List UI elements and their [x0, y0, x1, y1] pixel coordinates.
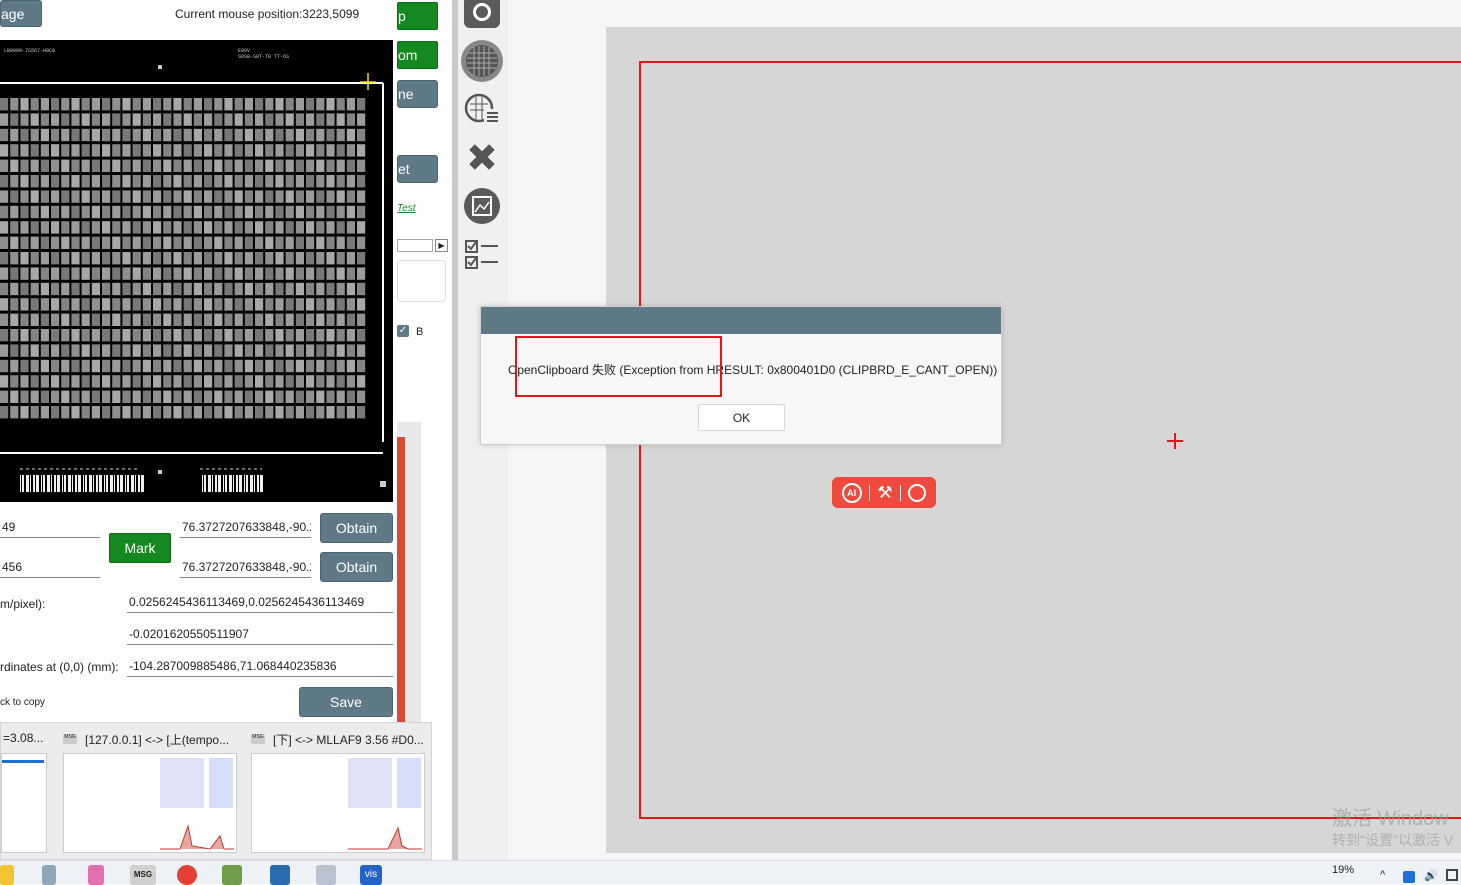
ok-button[interactable]: OK: [698, 404, 785, 431]
image-preview[interactable]: LB0000-7S567-H0C0 E09V S0S0-S0T-T0 TT-6S: [0, 40, 393, 502]
image-viewer-icon[interactable]: [316, 865, 336, 885]
log-strip: [397, 437, 405, 722]
picture-icon: [472, 196, 492, 216]
obtain-button-2-label: Obtain: [335, 559, 378, 575]
windows-taskbar: MSG vis 19% ^ 🔊: [0, 860, 1461, 885]
preview-title-2[interactable]: [127.0.0.1] <-> [上(tempo...: [85, 731, 229, 748]
position-1-field[interactable]: 49: [0, 517, 100, 538]
preview-thumbnail-2[interactable]: [63, 753, 237, 853]
battery-percent: 19%: [1332, 864, 1355, 876]
obtain-button-2[interactable]: Obtain: [320, 552, 393, 582]
ruler-pencil-icon: [469, 144, 495, 170]
ok-button-label: OK: [732, 410, 751, 425]
scroll-right-arrow[interactable]: ▶: [435, 239, 448, 252]
zoom-button[interactable]: om: [397, 41, 438, 69]
checkbox-b-label: B: [416, 326, 424, 338]
group-box: [397, 260, 446, 302]
preview-title-1[interactable]: =3.08...: [3, 731, 43, 745]
origin-label: rdinates at (0,0) (mm):: [0, 660, 119, 674]
checklist-tool[interactable]: [464, 237, 500, 273]
preview-thumbnail-3[interactable]: [251, 753, 425, 853]
msg-app-icon: MSG: [63, 734, 77, 744]
pixel-size-label: m/pixel):: [0, 597, 46, 611]
svg-text:S0S0-S0T-T0 TT-6S: S0S0-S0T-T0 TT-6S: [238, 54, 289, 60]
mark-button[interactable]: Mark: [109, 533, 171, 563]
app-grid-icon[interactable]: [88, 865, 104, 885]
measure-tool[interactable]: [464, 139, 500, 175]
copy-hint: ck to copy: [0, 697, 46, 708]
step-button[interactable]: p: [397, 2, 438, 30]
step-button-label: p: [398, 8, 406, 24]
ai-icon[interactable]: AI: [841, 482, 862, 503]
tray-app-icon[interactable]: [1403, 871, 1415, 883]
camera-tool[interactable]: [464, 0, 500, 28]
set-button[interactable]: et: [397, 155, 438, 183]
dialog-title-bar[interactable]: [481, 307, 1001, 334]
image-button[interactable]: age: [0, 0, 42, 27]
line-button[interactable]: ne: [397, 80, 438, 108]
set-button-label: et: [398, 161, 410, 177]
origin-field[interactable]: -104.287009885486,71.068440235836: [127, 656, 393, 677]
file-explorer-icon[interactable]: [0, 865, 14, 885]
coordinate-1-field[interactable]: 76.3727207633848,-90.2: [180, 517, 311, 538]
preview-thumbnail-1[interactable]: [1, 753, 47, 853]
checklist-icon: [465, 240, 498, 269]
wafer-grid-icon: [466, 45, 498, 77]
crosshair-icon: [1167, 433, 1183, 449]
svg-text:LB0000-7S567-H0C0: LB0000-7S567-H0C0: [4, 48, 55, 54]
test-link[interactable]: Test: [397, 203, 416, 214]
preview-title-3[interactable]: [下] <-> MLLAF9 3.56 #D0...: [273, 731, 424, 748]
vis-app-icon[interactable]: vis: [360, 865, 382, 885]
checkbox-b[interactable]: ✓: [397, 325, 409, 337]
angle-field[interactable]: -0.0201620550511907: [127, 624, 393, 645]
wafer-list-tool[interactable]: [464, 91, 500, 127]
chrome-icon[interactable]: [177, 865, 197, 885]
toolbar-divider: [869, 484, 871, 501]
scroll-field[interactable]: [397, 239, 433, 252]
msg-app-icon: MSG: [251, 734, 265, 744]
save-button[interactable]: Save: [299, 687, 393, 717]
activation-watermark-line2: 转到"设置"以激活 V: [1332, 832, 1454, 848]
coordinate-2-field[interactable]: 76.3727207633848,-90.2: [180, 557, 311, 578]
annotation-highlight-box: [515, 336, 722, 397]
activation-watermark-line1: 激活 Window: [1332, 808, 1449, 830]
histogram-icon: [160, 824, 234, 850]
mouse-position: Current mouse position:3223,5099: [175, 7, 360, 21]
line-button-label: ne: [398, 86, 414, 102]
histogram-icon: [348, 826, 422, 850]
database-icon[interactable]: [222, 865, 242, 885]
floating-ai-toolbar: AI ⚒: [832, 477, 936, 508]
phone-link-icon[interactable]: [42, 865, 56, 885]
pixel-size-field[interactable]: 0.0256245436113469,0.0256245436113469: [127, 592, 393, 613]
toolbar-divider: [899, 484, 901, 501]
network-icon[interactable]: [1446, 869, 1458, 881]
magic-wand-icon[interactable]: ⚒: [877, 484, 892, 501]
image-button-label: age: [1, 5, 25, 22]
taskbar-window-preview: =3.08... MSG [127.0.0.1] <-> [上(tempo...…: [0, 722, 432, 860]
obtain-button-1[interactable]: Obtain: [320, 513, 393, 543]
volume-icon[interactable]: 🔊: [1424, 869, 1438, 882]
tray-chevron-icon[interactable]: ^: [1380, 869, 1385, 881]
image-tool[interactable]: [464, 188, 500, 224]
obtain-button-1-label: Obtain: [335, 520, 378, 536]
wafer-image: LB0000-7S567-H0C0 E09V S0S0-S0T-T0 TT-6S: [0, 40, 393, 502]
zoom-button-label: om: [398, 47, 418, 63]
wafer-map-tool[interactable]: [461, 40, 503, 82]
wafer-list-icon: [464, 93, 498, 123]
mark-button-label: Mark: [124, 540, 156, 556]
position-2-field[interactable]: 456: [0, 557, 100, 578]
save-button-label: Save: [330, 694, 362, 710]
msg-taskbar-icon[interactable]: MSG: [130, 865, 156, 885]
search-icon[interactable]: [908, 483, 927, 502]
network-app-icon[interactable]: [270, 865, 290, 885]
camera-icon: [473, 3, 491, 21]
